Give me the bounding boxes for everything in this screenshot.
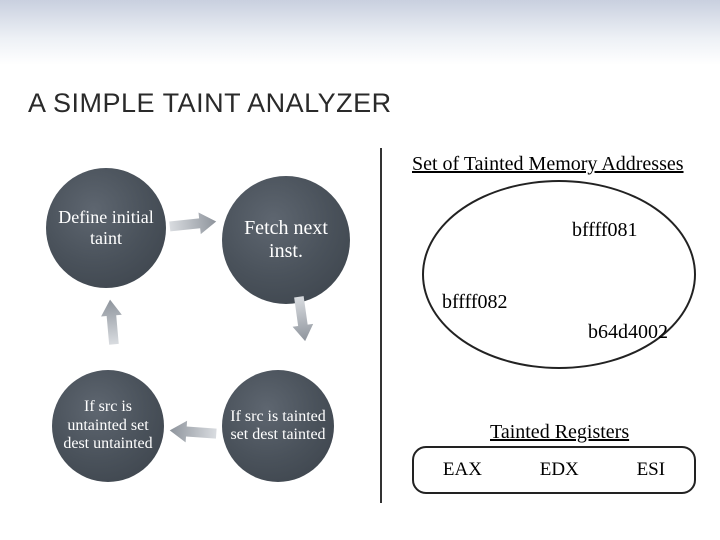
header-gradient: [0, 0, 720, 65]
cycle-node-define-initial-taint: Define initial taint: [46, 168, 166, 288]
arrow-icon: [287, 294, 317, 345]
memory-address: b64d4002: [588, 321, 668, 344]
register-name: ESI: [637, 459, 666, 481]
memory-address: bffff082: [442, 291, 508, 314]
cycle-node-src-untainted: If src is untainted set dest untainted: [52, 370, 164, 482]
registers-box: EAX EDX ESI: [412, 446, 696, 494]
register-name: EDX: [540, 459, 579, 481]
memory-heading: Set of Tainted Memory Addresses: [412, 153, 684, 176]
registers-heading: Tainted Registers: [490, 421, 629, 444]
cycle-node-fetch-next-inst: Fetch next inst.: [222, 176, 350, 304]
node-label: If src is tainted set dest tainted: [222, 404, 334, 449]
cycle-node-src-tainted: If src is tainted set dest tainted: [222, 370, 334, 482]
arrow-icon: [98, 297, 126, 347]
arrow-icon: [167, 209, 219, 238]
vertical-divider: [380, 148, 382, 503]
node-label: If src is untainted set dest untainted: [52, 394, 164, 457]
arrow-icon: [167, 418, 219, 445]
node-label: Fetch next inst.: [222, 213, 350, 267]
page-title: A SIMPLE TAINT ANALYZER: [28, 88, 392, 119]
memory-address: bffff081: [572, 219, 638, 242]
node-label: Define initial taint: [46, 203, 166, 252]
register-name: EAX: [443, 459, 482, 481]
